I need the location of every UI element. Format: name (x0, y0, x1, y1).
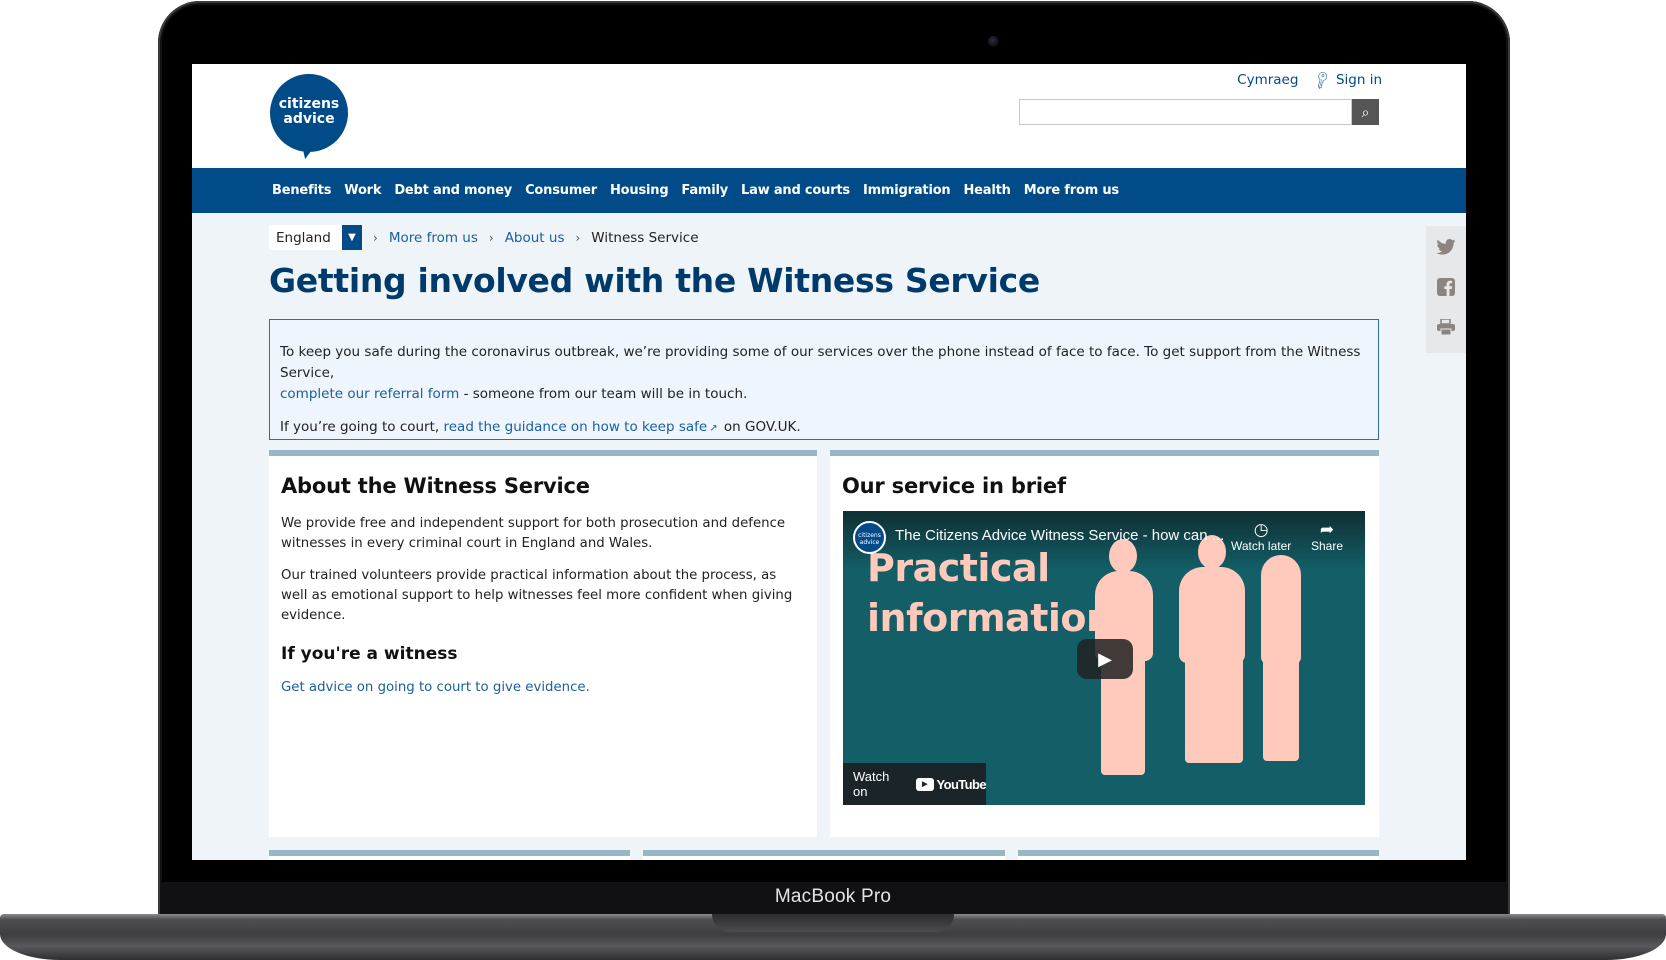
twitter-icon[interactable] (1436, 236, 1456, 258)
witness-subheading: If you're a witness (281, 644, 458, 664)
nav-item-health[interactable]: Health (963, 183, 1010, 198)
cymraeg-link[interactable]: Cymraeg (1237, 72, 1298, 88)
notice-text-tail: - someone from our team will be in touch… (459, 386, 748, 402)
thumbnail-line-1: Practical (867, 546, 1050, 590)
facebook-icon[interactable] (1436, 276, 1456, 298)
court-advice-link[interactable]: Get advice on going to court to give evi… (281, 680, 817, 695)
about-witness-service-card: About the Witness Service We provide fre… (269, 450, 817, 837)
service-brief-heading: Our service in brief (842, 474, 1066, 498)
share-button[interactable]: ➦ Share (1311, 520, 1344, 554)
external-link-icon: ↗ (709, 423, 718, 434)
coronavirus-notice: To keep you safe during the coronavirus … (269, 319, 1379, 440)
breadcrumb-about-us[interactable]: About us (505, 230, 565, 246)
play-icon: ▶ (1098, 648, 1112, 670)
youtube-play-icon: ▶ (915, 777, 934, 791)
sign-in-label: Sign in (1335, 72, 1382, 88)
bottom-cards-row (269, 850, 1379, 860)
share-arrow-icon: ➦ (1319, 520, 1335, 539)
notice-govuk-text: on GOV.UK. (719, 419, 801, 435)
video-title[interactable]: The Citizens Advice Witness Service - ho… (895, 527, 1224, 544)
breadcrumb-current: Witness Service (591, 229, 699, 246)
about-heading: About the Witness Service (281, 474, 590, 498)
nav-item-immigration[interactable]: Immigration (863, 183, 951, 198)
chevron-down-icon: ▼ (342, 225, 362, 250)
nav-item-more-from-us[interactable]: More from us (1024, 183, 1119, 198)
browser-screen: citizens advice Cymraeg 🔑︎ Sign in ⌕ Bene… (192, 64, 1466, 860)
service-in-brief-card: Our service in brief Practical informati… (830, 450, 1379, 837)
bottom-card-3 (1017, 850, 1379, 860)
search-button[interactable]: ⌕ (1352, 99, 1379, 125)
top-links: Cymraeg 🔑︎ Sign in (1237, 69, 1382, 92)
device-label: MacBook Pro (774, 886, 892, 907)
logo-text-line2: advice (283, 111, 335, 127)
search-bar: ⌕ (1019, 99, 1379, 125)
notice-text: To keep you safe during the coronavirus … (280, 344, 1361, 381)
main-nav: Benefits Work Debt and money Consumer Ho… (192, 168, 1466, 213)
citizens-advice-logo[interactable]: citizens advice (270, 74, 348, 152)
about-paragraph-2: Our trained volunteers provide practical… (281, 568, 793, 623)
share-panel (1426, 226, 1466, 353)
breadcrumb-separator: › (575, 230, 581, 245)
nav-item-debt-and-money[interactable]: Debt and money (394, 183, 512, 198)
logo-text-line1: citizens (278, 96, 340, 112)
nav-item-law-and-courts[interactable]: Law and courts (741, 183, 850, 198)
region-select[interactable]: England ▼ (269, 225, 362, 250)
notice-paragraph-1: To keep you safe during the coronavirus … (280, 342, 1368, 405)
notice-paragraph-2: If you’re going to court, read the guida… (280, 417, 1368, 439)
page-title: Getting involved with the Witness Servic… (269, 261, 1040, 300)
youtube-wordmark: YouTube (936, 776, 987, 792)
bottom-card-2 (643, 850, 1005, 860)
breadcrumb-separator: › (373, 230, 378, 245)
key-icon: 🔑︎ (1311, 69, 1334, 92)
sign-in-link[interactable]: 🔑︎ Sign in (1311, 69, 1382, 92)
search-input[interactable] (1019, 99, 1352, 125)
breadcrumb: England ▼ › More from us › About us › Wi… (269, 225, 699, 250)
nav-item-housing[interactable]: Housing (610, 183, 669, 198)
watch-later-label: Watch later (1231, 539, 1292, 553)
bottom-card-1 (269, 850, 631, 860)
thumbnail-line-2: information (867, 596, 1113, 640)
print-icon[interactable] (1436, 316, 1456, 338)
about-paragraph-1: We provide free and independent support … (281, 516, 786, 551)
guidance-link[interactable]: read the guidance on how to keep safe (443, 419, 707, 435)
laptop-notch (712, 914, 954, 932)
watch-on-youtube-button[interactable]: Watch on ▶ YouTube (843, 763, 987, 805)
youtube-video-embed[interactable]: Practical information citizens advice Th… (843, 511, 1365, 805)
watch-later-button[interactable]: ◷ Watch later (1231, 520, 1292, 554)
share-label: Share (1311, 539, 1344, 553)
search-icon: ⌕ (1361, 103, 1370, 120)
play-button[interactable]: ▶ (1077, 639, 1133, 679)
clock-icon: ◷ (1253, 520, 1269, 539)
camera (988, 36, 999, 47)
notice-court-text: If you’re going to court, (280, 419, 444, 435)
youtube-logo: ▶ YouTube (915, 776, 987, 792)
site-header: citizens advice Cymraeg 🔑︎ Sign in ⌕ (192, 64, 1466, 168)
nav-item-family[interactable]: Family (681, 183, 728, 198)
referral-form-link[interactable]: complete our referral form (280, 386, 459, 402)
nav-item-consumer[interactable]: Consumer (525, 183, 597, 198)
breadcrumb-more-from-us[interactable]: More from us (389, 230, 478, 246)
breadcrumb-separator: › (488, 230, 494, 245)
region-value: England (276, 229, 331, 246)
nav-item-benefits[interactable]: Benefits (272, 183, 331, 198)
watch-on-label: Watch on (853, 769, 890, 799)
nav-item-work[interactable]: Work (344, 183, 381, 198)
channel-avatar[interactable]: citizens advice (853, 521, 886, 554)
thumbnail-text: Practical information (867, 543, 1113, 643)
